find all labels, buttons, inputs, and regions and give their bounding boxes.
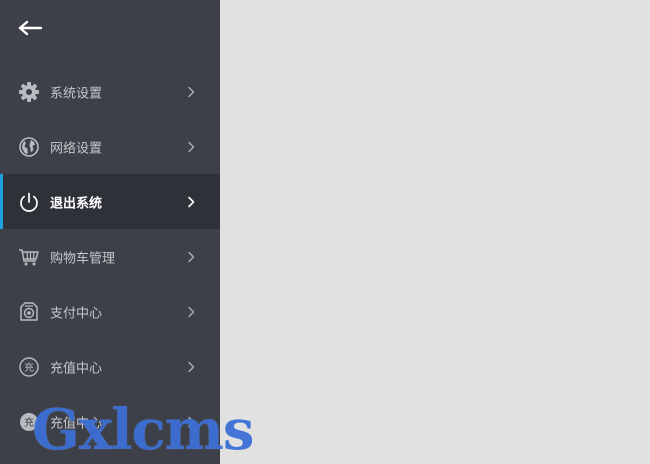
payment-icon xyxy=(18,301,40,323)
menu-item-system-settings[interactable]: 系统设置 xyxy=(0,64,220,119)
recharge-icon: 充 xyxy=(18,356,40,378)
chevron-right-icon xyxy=(188,416,195,427)
main-content-area xyxy=(220,0,650,464)
chevron-right-icon xyxy=(188,141,195,152)
menu-item-label: 充值中心 xyxy=(50,416,103,431)
sidebar: 系统设置 网络设置 退出系统 购物车管理 支付中心 充 充值中心 充 充值中心 xyxy=(0,0,220,464)
chevron-right-icon xyxy=(188,86,195,97)
menu-item-label: 系统设置 xyxy=(50,86,103,101)
arrow-left-icon xyxy=(18,20,43,36)
menu-item-label: 充值中心 xyxy=(50,361,103,376)
cart-icon xyxy=(18,246,40,268)
chevron-right-icon xyxy=(188,306,195,317)
chevron-right-icon xyxy=(188,196,195,207)
menu-item-recharge-center[interactable]: 充 充值中心 xyxy=(0,339,220,394)
menu-item-label: 退出系统 xyxy=(50,196,103,211)
menu-item-label: 支付中心 xyxy=(50,306,103,321)
chevron-right-icon xyxy=(188,361,195,372)
menu-item-label: 网络设置 xyxy=(50,141,103,156)
menu-item-cart-management[interactable]: 购物车管理 xyxy=(0,229,220,284)
gear-icon xyxy=(18,81,40,103)
svg-text:充: 充 xyxy=(24,416,34,429)
menu-item-label: 购物车管理 xyxy=(50,251,116,266)
power-icon xyxy=(18,191,40,213)
globe-icon xyxy=(18,136,40,158)
sidebar-menu: 系统设置 网络设置 退出系统 购物车管理 支付中心 充 充值中心 充 充值中心 xyxy=(0,64,220,449)
back-button[interactable] xyxy=(14,14,46,42)
chevron-right-icon xyxy=(188,251,195,262)
menu-item-network-settings[interactable]: 网络设置 xyxy=(0,119,220,174)
menu-item-recharge-center-2[interactable]: 充 充值中心 xyxy=(0,394,220,449)
recharge-icon: 充 xyxy=(18,411,40,433)
menu-item-exit-system[interactable]: 退出系统 xyxy=(0,174,220,229)
svg-text:充: 充 xyxy=(24,361,34,374)
menu-item-payment-center[interactable]: 支付中心 xyxy=(0,284,220,339)
